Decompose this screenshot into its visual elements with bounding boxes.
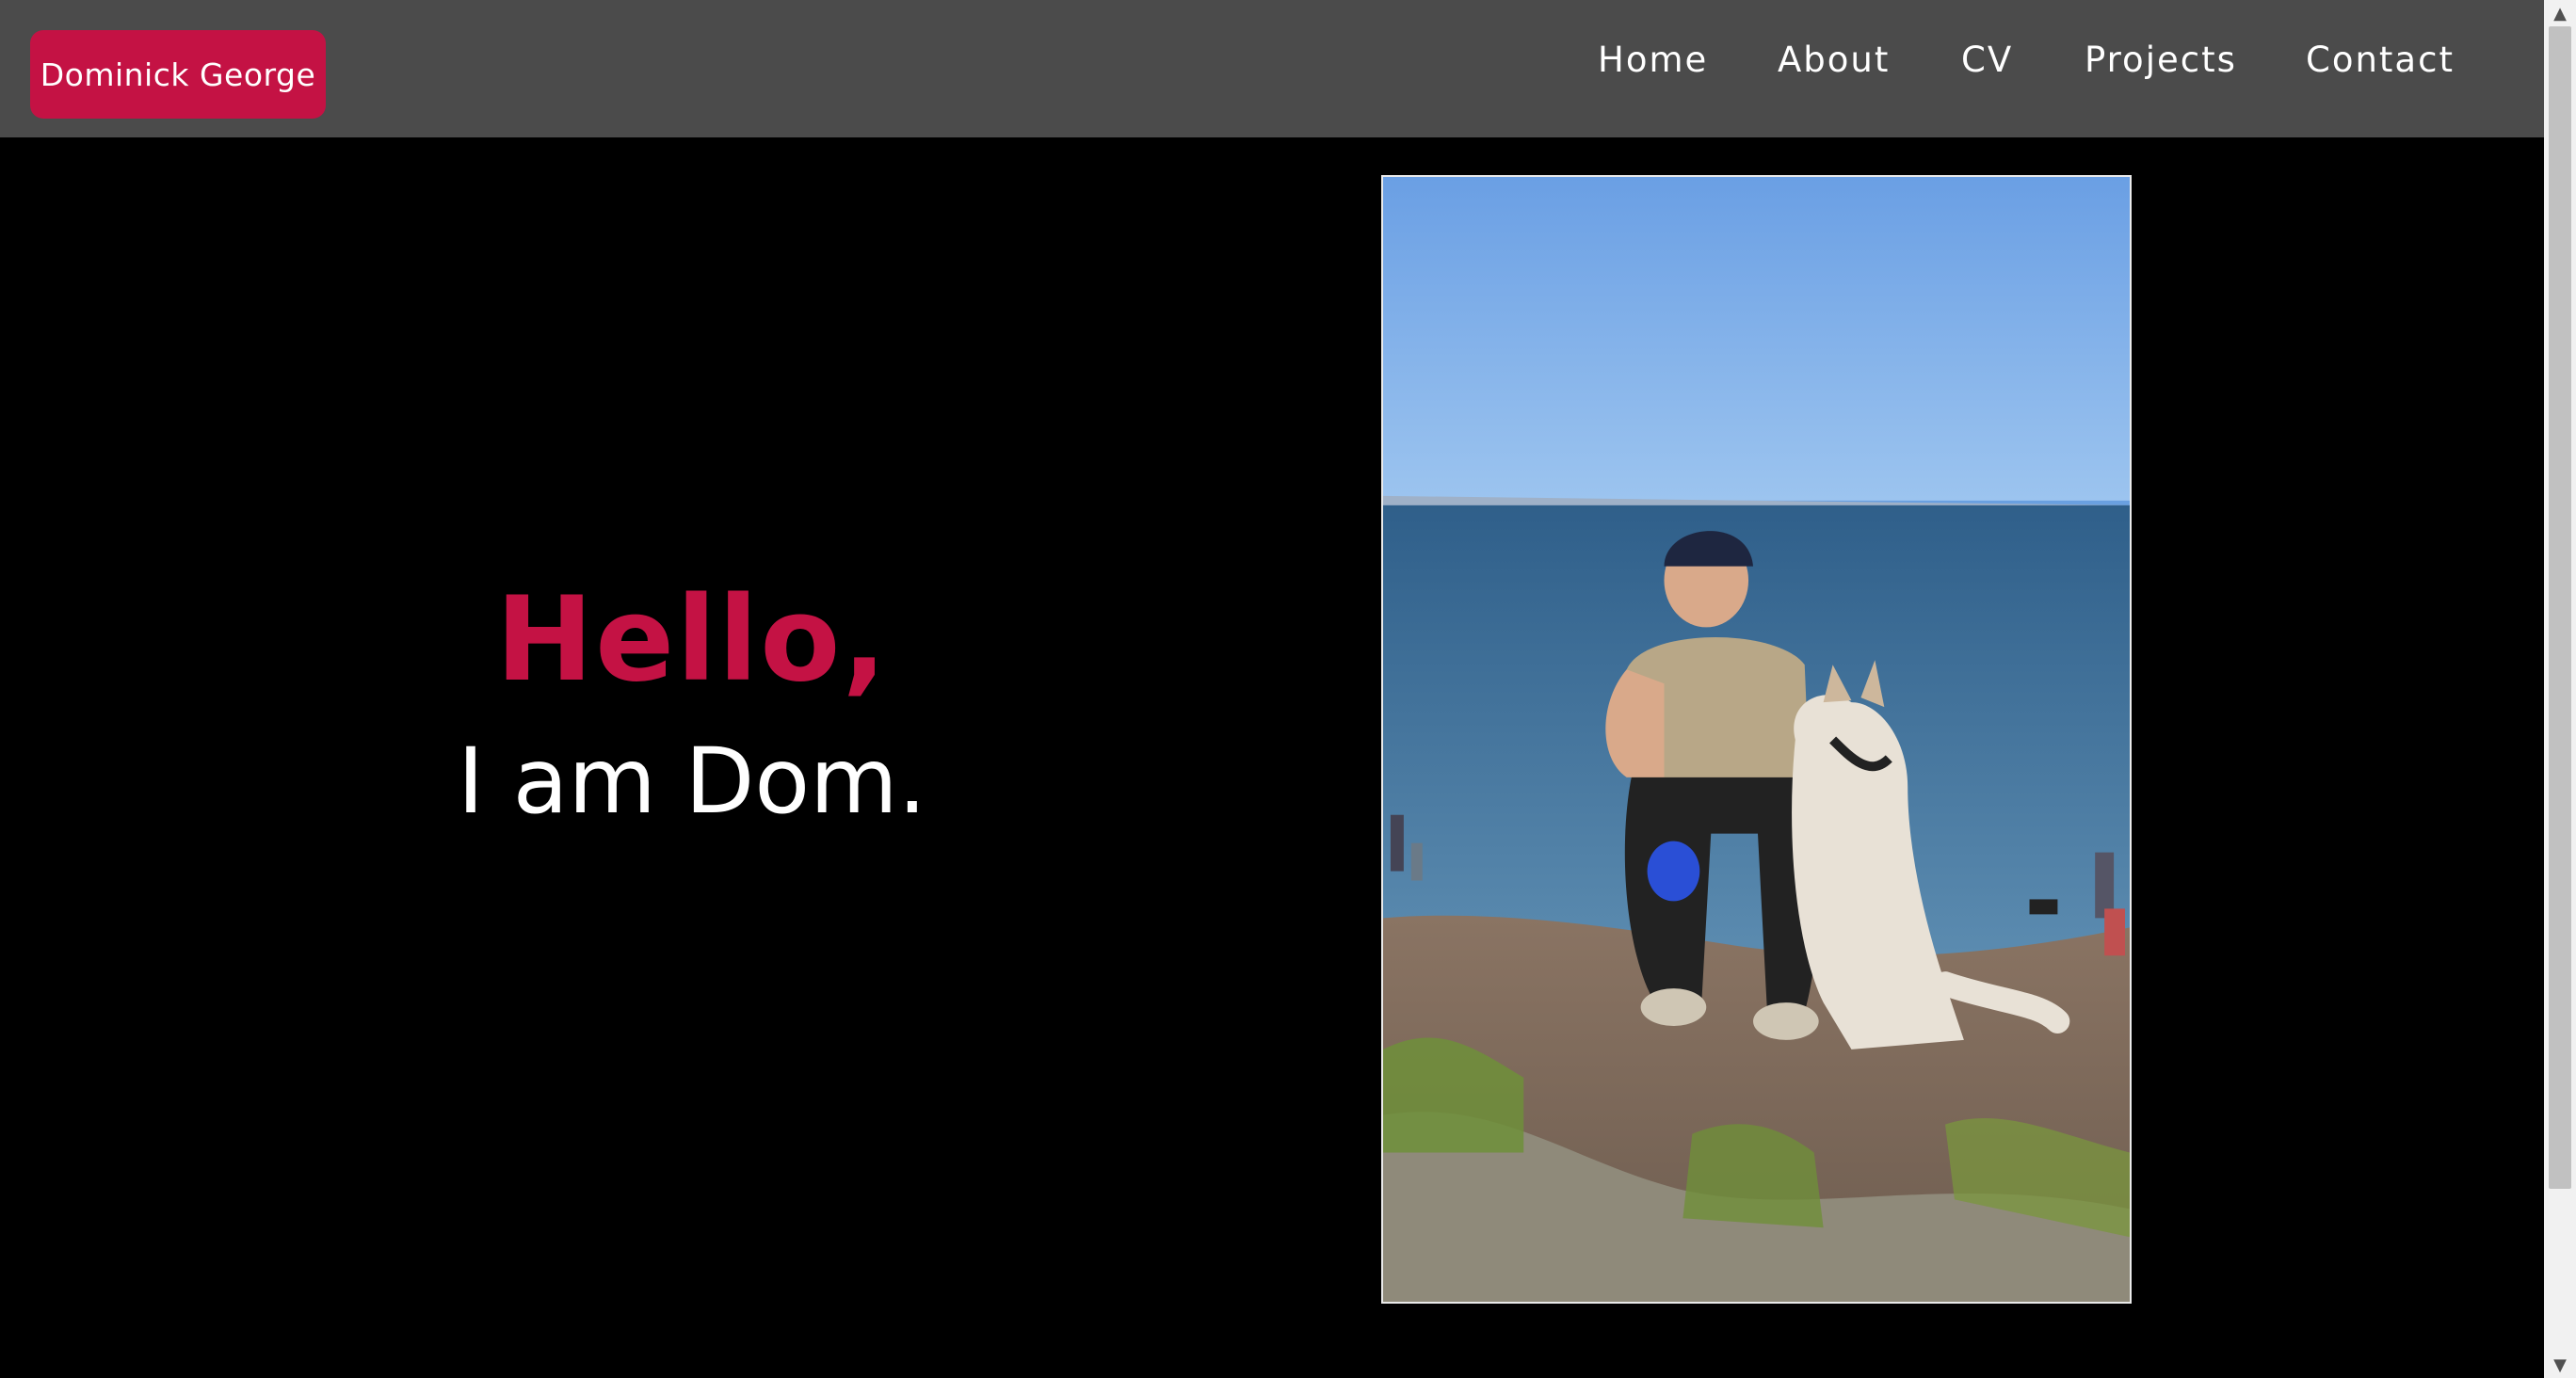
profile-photo-illustration bbox=[1383, 177, 2130, 1302]
profile-photo bbox=[1381, 175, 2132, 1304]
nav-contact[interactable]: Contact bbox=[2306, 32, 2455, 88]
nav-cv[interactable]: CV bbox=[1961, 32, 2013, 88]
hero-text: Hello, I am Dom. bbox=[282, 565, 1102, 847]
vertical-scrollbar[interactable]: ▲ ▼ bbox=[2544, 0, 2576, 1378]
top-navigation-bar: Dominick George Home About CV Projects C… bbox=[0, 0, 2544, 137]
brand-button[interactable]: Dominick George bbox=[30, 30, 326, 119]
hero-intro: I am Dom. bbox=[457, 729, 927, 834]
page: Dominick George Home About CV Projects C… bbox=[0, 0, 2544, 1378]
nav-projects[interactable]: Projects bbox=[2085, 32, 2237, 88]
nav-home[interactable]: Home bbox=[1598, 32, 1708, 88]
nav-about[interactable]: About bbox=[1778, 32, 1890, 88]
scroll-up-arrow-icon[interactable]: ▲ bbox=[2544, 0, 2576, 26]
scroll-down-arrow-icon[interactable]: ▼ bbox=[2544, 1352, 2576, 1378]
hero-greeting: Hello, bbox=[495, 572, 889, 708]
scroll-thumb[interactable] bbox=[2549, 26, 2571, 1189]
